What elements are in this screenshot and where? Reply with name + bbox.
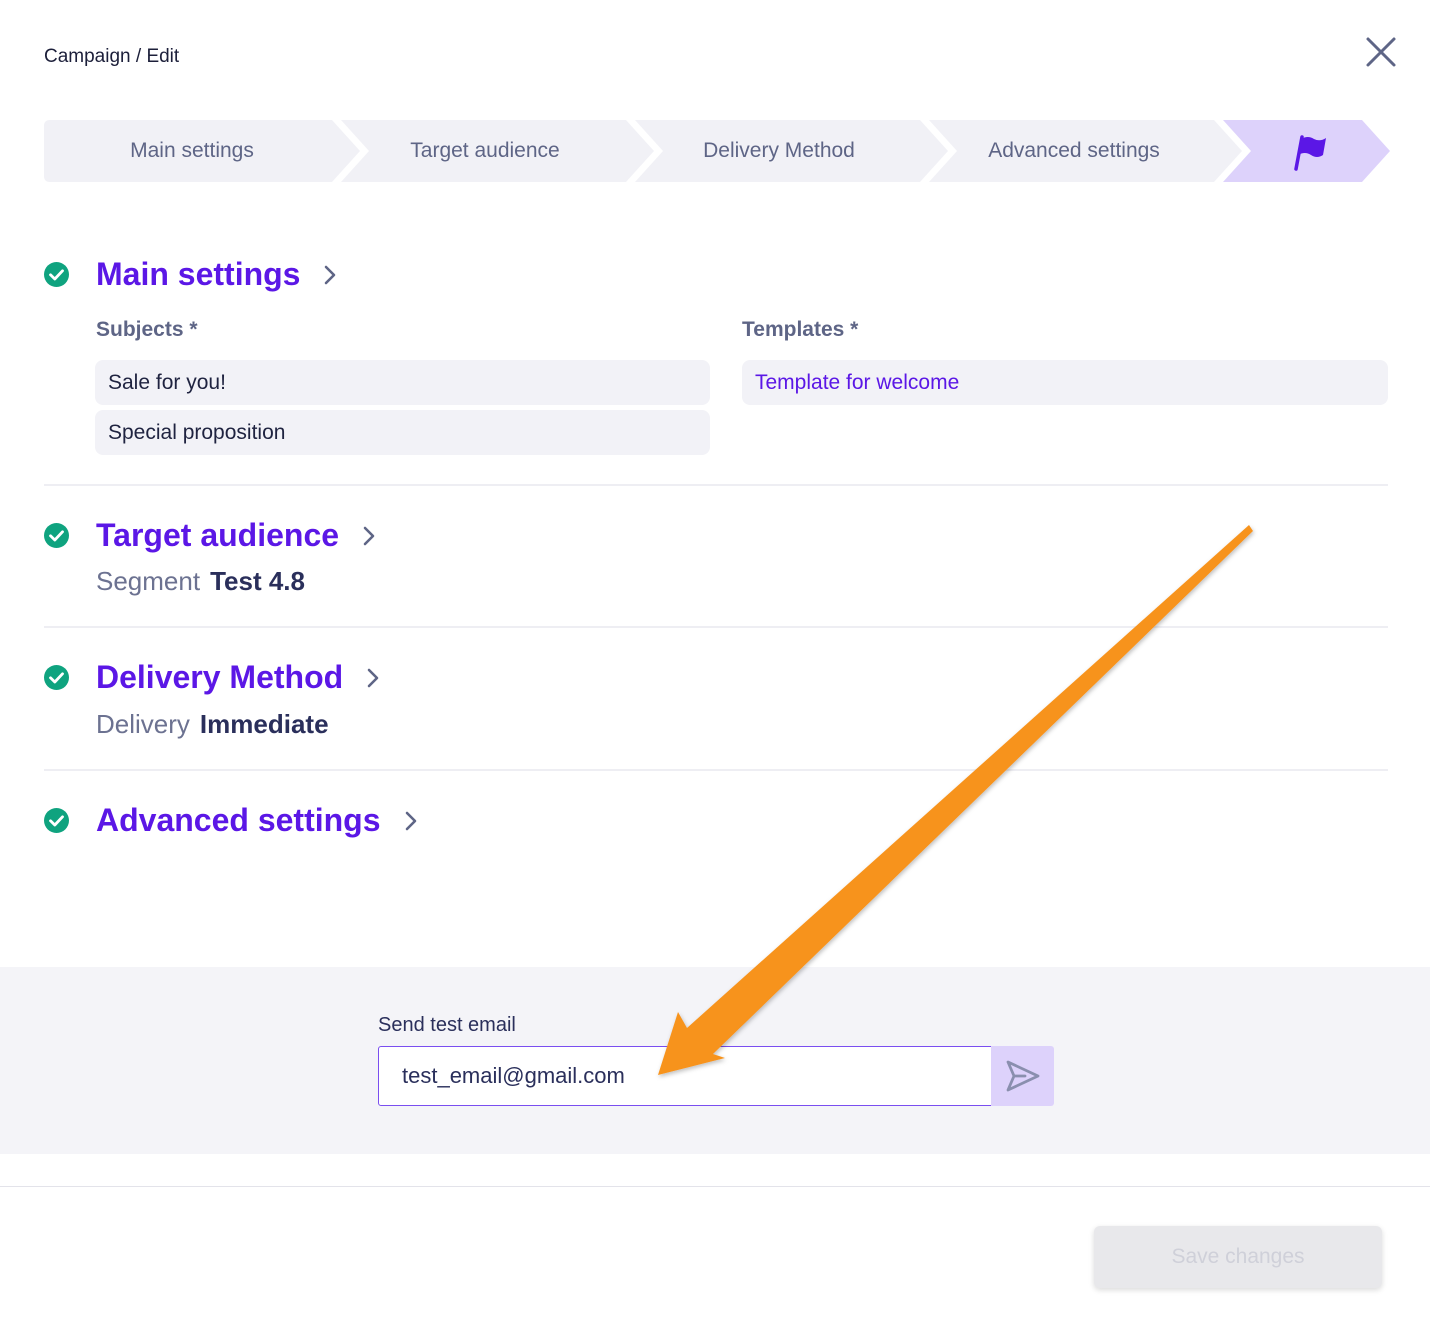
step-target-audience[interactable]: Target audience bbox=[340, 120, 630, 182]
step-main-settings[interactable]: Main settings bbox=[44, 120, 340, 182]
progress-stepper: Main settings Target audience Delivery M… bbox=[44, 120, 1390, 182]
delivery-value: Immediate bbox=[199, 709, 329, 739]
divider bbox=[44, 769, 1388, 771]
send-icon bbox=[1006, 1060, 1039, 1092]
check-circle-icon bbox=[44, 665, 69, 690]
template-link[interactable]: Template for welcome bbox=[742, 360, 1388, 405]
check-circle-icon bbox=[44, 523, 69, 548]
section-main-settings[interactable]: Main settings bbox=[44, 256, 338, 293]
send-test-label: Send test email bbox=[378, 1014, 516, 1036]
save-changes-button[interactable]: Save changes bbox=[1094, 1226, 1382, 1288]
divider bbox=[44, 626, 1388, 628]
segment-key: Segment bbox=[96, 566, 201, 596]
footer-divider bbox=[0, 1186, 1430, 1187]
chevron-right-icon bbox=[405, 811, 416, 830]
chevron-right-icon bbox=[363, 526, 375, 545]
check-circle-icon bbox=[44, 808, 69, 833]
close-icon[interactable] bbox=[1362, 33, 1400, 71]
section-title: Main settings bbox=[96, 256, 301, 292]
section-advanced-settings[interactable]: Advanced settings bbox=[44, 802, 419, 839]
segment-summary: Segment Test 4.8 bbox=[96, 566, 305, 597]
divider bbox=[44, 484, 1388, 486]
subject-item: Sale for you! bbox=[95, 360, 710, 405]
subject-item: Special proposition bbox=[95, 410, 710, 455]
segment-value: Test 4.8 bbox=[210, 566, 305, 596]
send-button[interactable] bbox=[991, 1046, 1054, 1106]
section-title: Advanced settings bbox=[96, 802, 381, 838]
chevron-right-icon bbox=[367, 668, 379, 687]
section-target-audience[interactable]: Target audience bbox=[44, 517, 377, 554]
delivery-key: Delivery bbox=[96, 709, 190, 739]
templates-label: Templates * bbox=[742, 318, 859, 341]
check-circle-icon bbox=[44, 262, 69, 287]
flag-icon[interactable] bbox=[1288, 133, 1328, 171]
section-title: Delivery Method bbox=[96, 659, 344, 695]
delivery-summary: Delivery Immediate bbox=[96, 709, 329, 740]
section-title: Target audience bbox=[96, 517, 340, 553]
step-advanced-settings[interactable]: Advanced settings bbox=[929, 120, 1219, 182]
step-delivery-method[interactable]: Delivery Method bbox=[634, 120, 924, 182]
test-email-input[interactable] bbox=[378, 1046, 992, 1106]
subjects-label: Subjects * bbox=[96, 318, 198, 341]
section-delivery-method[interactable]: Delivery Method bbox=[44, 659, 381, 696]
chevron-right-icon bbox=[325, 265, 336, 284]
breadcrumb: Campaign / Edit bbox=[44, 46, 180, 67]
